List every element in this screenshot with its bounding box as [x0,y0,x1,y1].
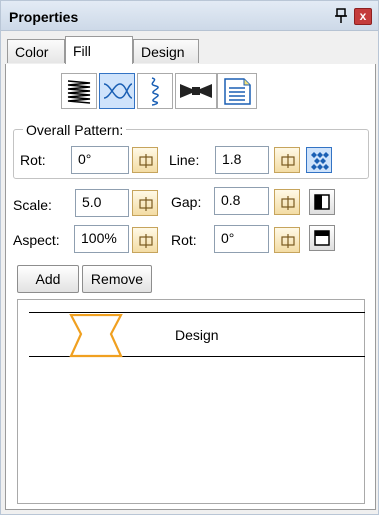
spinner-icon [281,234,295,248]
motif-line-fill-icon[interactable] [137,73,173,109]
rot-input[interactable]: 0° [214,225,269,253]
scale-value: 5.0 [82,194,102,210]
diamond-pattern-icon [311,152,329,170]
rot-value: 0° [221,230,235,246]
panel-title: Properties [9,9,79,25]
aspect-spinner[interactable] [132,227,158,253]
overall-pattern-title: Overall Pattern: [23,122,127,138]
tab-label: Color [15,44,49,60]
close-button[interactable]: x [354,8,372,25]
gap-input[interactable]: 0.8 [214,187,269,215]
hourglass-motif-icon [67,313,127,361]
spinner-icon [139,234,153,248]
tab-color[interactable]: Color [7,39,65,63]
spinner-icon [281,154,295,168]
properties-panel: Properties x Color Fill Design Overall P… [0,0,379,515]
wave-cross-fill-icon[interactable] [99,73,135,109]
overall-rot-value: 0° [78,151,92,167]
half-square-icon [314,194,330,210]
spinner-icon [139,197,153,211]
scale-spinner[interactable] [132,190,158,216]
aspect-value: 100% [81,230,117,246]
line-input[interactable]: 1.8 [215,146,269,174]
add-button[interactable]: Add [17,265,79,293]
line-spinner[interactable] [274,147,300,173]
scale-label: Scale: [13,197,52,213]
bowtie-fill-icon[interactable] [175,73,217,109]
zigzag-fill-icon[interactable] [61,73,97,109]
row-divider [29,312,365,313]
gap-spinner[interactable] [274,189,300,215]
spinner-icon [281,196,295,210]
top-bar-square-icon [314,230,330,246]
tab-fill[interactable]: Fill [65,36,133,64]
gap-label: Gap: [171,194,202,210]
tab-design[interactable]: Design [133,39,199,63]
scale-input[interactable]: 5.0 [75,189,129,217]
overall-rot-input[interactable]: 0° [71,146,129,174]
aspect-input[interactable]: 100% [74,225,129,253]
list-item[interactable]: Design [175,327,219,343]
tab-label: Fill [73,43,91,59]
overall-rot-spinner[interactable] [132,147,158,173]
gap-value: 0.8 [221,192,241,208]
half-fill-button[interactable] [309,189,335,215]
rot-spinner[interactable] [274,227,300,253]
pattern-button[interactable] [306,147,332,173]
rot-label: Rot: [20,152,46,168]
line-label: Line: [169,152,200,168]
window-fill-button[interactable] [309,225,335,251]
remove-button[interactable]: Remove [82,265,152,293]
rot-label: Rot: [171,232,197,248]
document-fill-icon[interactable] [217,73,257,109]
pin-icon[interactable] [334,8,348,24]
tab-label: Design [141,44,185,60]
aspect-label: Aspect: [13,232,60,248]
spinner-icon [139,154,153,168]
title-bar: Properties x [1,1,378,31]
line-value: 1.8 [222,151,242,167]
